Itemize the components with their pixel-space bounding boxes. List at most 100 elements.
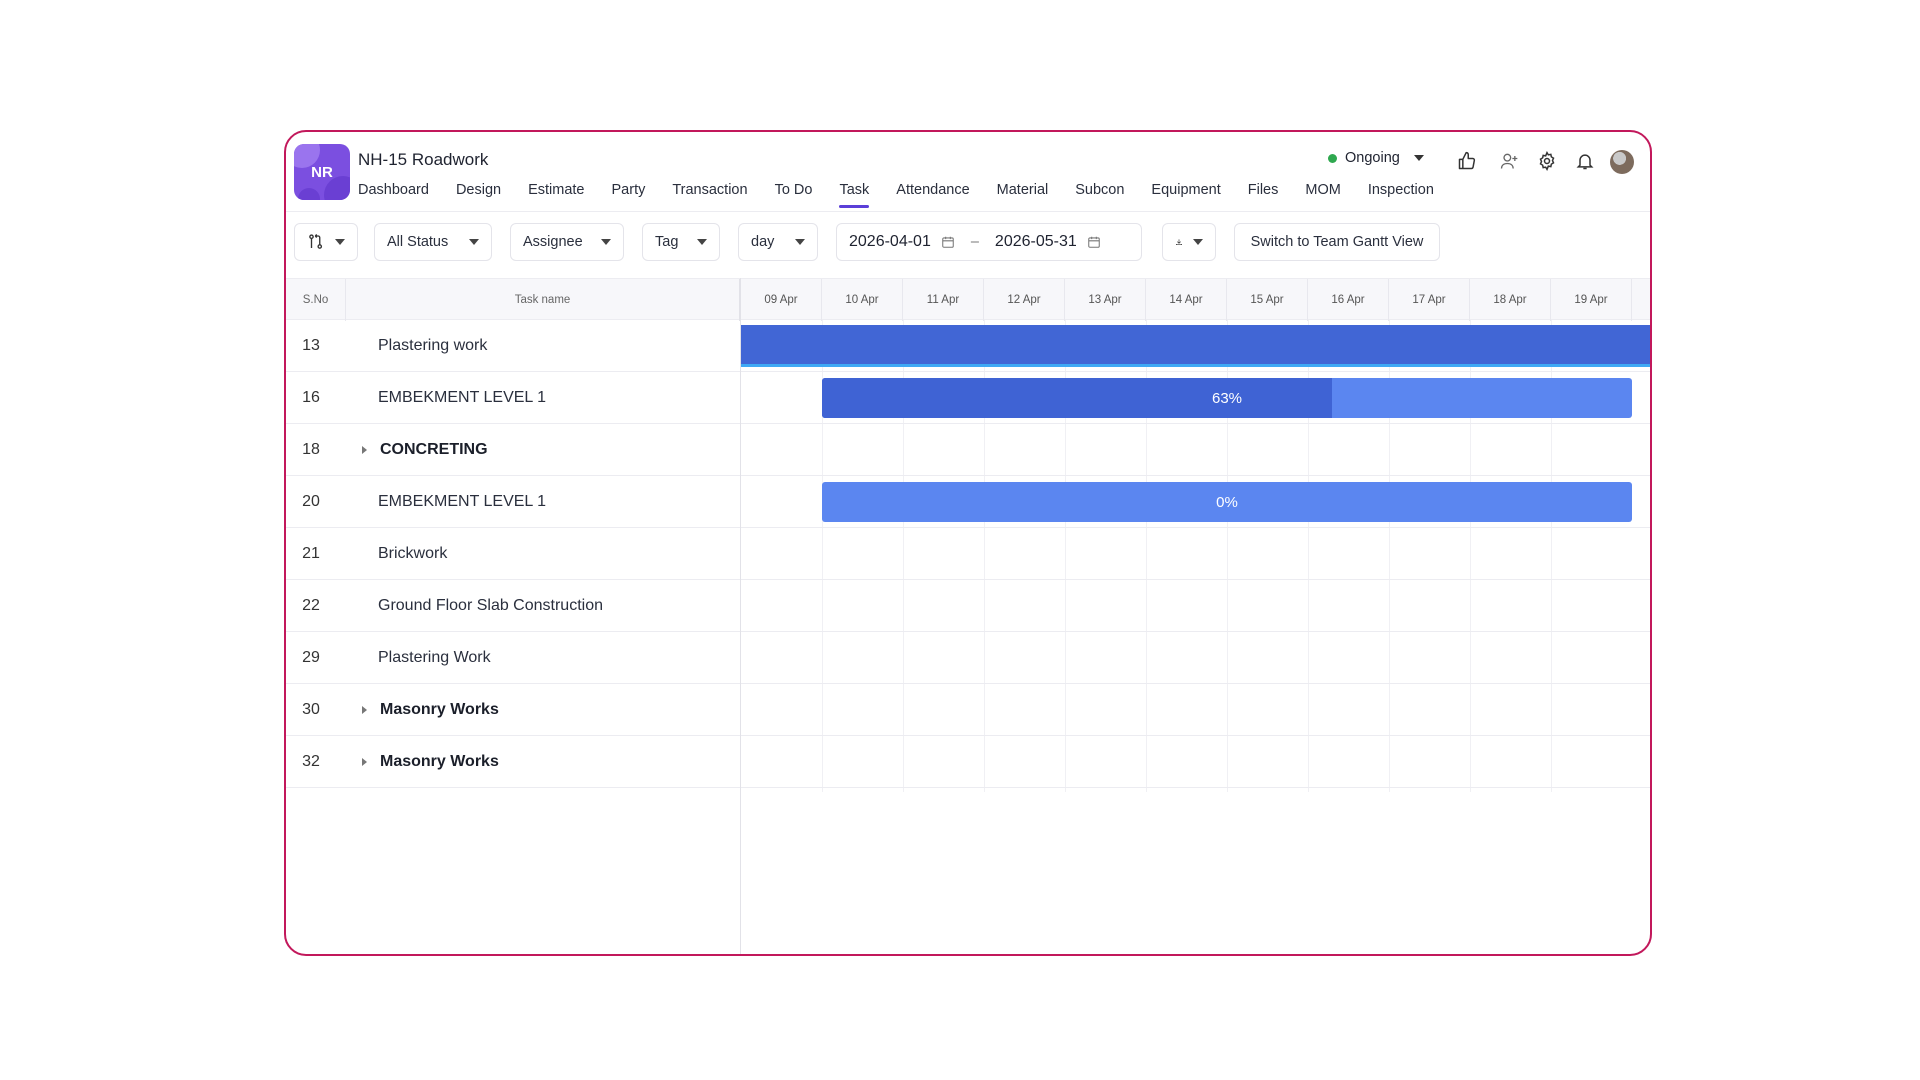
nav-todo[interactable]: To Do <box>775 182 813 208</box>
task-row[interactable]: 30 Masonry Works <box>286 684 1650 736</box>
project-logo[interactable]: NR <box>294 144 350 200</box>
header: NR NH-15 Roadwork Dashboard Design Estim… <box>286 132 1650 212</box>
chevron-down-icon <box>795 239 805 245</box>
status-dropdown[interactable]: Ongoing <box>1328 150 1424 166</box>
nav-party[interactable]: Party <box>612 182 646 208</box>
task-sno: 20 <box>302 493 320 510</box>
task-sno: 30 <box>302 701 320 718</box>
toolbar: All Status Assignee Tag day 2026-04-01 –… <box>286 212 1650 274</box>
chevron-down-icon <box>601 239 611 245</box>
day-header: 18 Apr <box>1470 279 1551 321</box>
download-icon <box>1176 239 1182 245</box>
tag-filter[interactable]: Tag <box>642 223 720 261</box>
nav-estimate[interactable]: Estimate <box>528 182 584 208</box>
task-name[interactable]: EMBEKMENT LEVEL 1 <box>378 372 546 424</box>
task-name[interactable]: Plastering work <box>378 320 487 372</box>
task-sno: 32 <box>302 753 320 770</box>
chevron-down-icon <box>1193 239 1203 245</box>
day-header: 16 Apr <box>1308 279 1389 321</box>
scale-dropdown[interactable]: day <box>738 223 818 261</box>
nav-files[interactable]: Files <box>1248 182 1279 208</box>
gear-icon[interactable] <box>1534 148 1560 174</box>
task-name[interactable]: Brickwork <box>378 528 447 580</box>
nav-equipment[interactable]: Equipment <box>1151 182 1220 208</box>
gantt-bar-label: 63% <box>1211 389 1243 407</box>
day-header: 10 Apr <box>822 279 903 321</box>
end-date[interactable]: 2026-05-31 <box>995 233 1077 251</box>
day-header: 13 Apr <box>1065 279 1146 321</box>
expand-arrow-icon[interactable] <box>362 758 367 766</box>
add-user-icon[interactable] <box>1496 148 1522 174</box>
nav-inspection[interactable]: Inspection <box>1368 182 1434 208</box>
nav-subcon[interactable]: Subcon <box>1075 182 1124 208</box>
nav-task[interactable]: Task <box>839 182 869 208</box>
sort-icon <box>309 234 323 249</box>
calendar-icon <box>942 236 954 248</box>
nav-attendance[interactable]: Attendance <box>896 182 969 208</box>
nav-dashboard[interactable]: Dashboard <box>358 182 429 208</box>
app-window: NR NH-15 Roadwork Dashboard Design Estim… <box>284 130 1652 956</box>
task-column-divider <box>740 278 741 954</box>
assignee-filter[interactable]: Assignee <box>510 223 624 261</box>
task-row[interactable]: 29 Plastering Work <box>286 632 1650 684</box>
download-dropdown[interactable] <box>1162 223 1216 261</box>
gantt-bar-progress <box>822 378 1333 418</box>
grid-header: S.No Task name 09 Apr 10 Apr 11 Apr 12 A… <box>286 278 1650 321</box>
assignee-filter-label: Assignee <box>523 234 583 250</box>
gantt-bar[interactable]: 63% <box>822 378 1632 418</box>
task-row[interactable]: 22 Ground Floor Slab Construction <box>286 580 1650 632</box>
gantt-bar[interactable] <box>741 325 1650 367</box>
task-name[interactable]: Ground Floor Slab Construction <box>378 580 603 632</box>
status-filter-label: All Status <box>387 234 449 250</box>
gantt-bar-label: 0% <box>1216 493 1238 511</box>
bell-icon[interactable] <box>1572 148 1598 174</box>
calendar-icon <box>1087 236 1100 248</box>
expand-arrow-icon[interactable] <box>362 446 367 454</box>
gantt-grid: S.No Task name 09 Apr 10 Apr 11 Apr 12 A… <box>286 278 1650 954</box>
expand-arrow-icon[interactable] <box>362 706 367 714</box>
project-initials: NR <box>311 163 333 181</box>
nav-design[interactable]: Design <box>456 182 501 208</box>
task-sno: 29 <box>302 649 320 666</box>
task-name-header: Task name <box>346 279 740 321</box>
day-header: 19 Apr <box>1551 279 1632 321</box>
thumbs-up-icon[interactable] <box>1454 148 1480 174</box>
sno-header: S.No <box>286 279 346 321</box>
scale-label: day <box>751 234 775 250</box>
task-group-name[interactable]: CONCRETING <box>380 424 488 476</box>
task-sno: 21 <box>302 545 320 562</box>
team-gantt-button[interactable]: Switch to Team Gantt View <box>1234 223 1440 261</box>
task-sno: 13 <box>302 337 320 354</box>
status-filter[interactable]: All Status <box>374 223 492 261</box>
task-row[interactable]: 32 Masonry Works <box>286 736 1650 788</box>
range-separator: – <box>970 234 979 250</box>
sort-dropdown[interactable] <box>294 223 358 261</box>
chevron-down-icon <box>697 239 707 245</box>
chevron-down-icon <box>1413 155 1424 161</box>
user-avatar[interactable] <box>1610 150 1634 174</box>
nav-mom[interactable]: MOM <box>1305 182 1340 208</box>
task-name[interactable]: Plastering Work <box>378 632 491 684</box>
team-gantt-label: Switch to Team Gantt View <box>1250 234 1424 250</box>
gantt-bar-progress <box>741 325 1650 364</box>
chevron-down-icon <box>469 239 479 245</box>
day-header: 12 Apr <box>984 279 1065 321</box>
day-header: 14 Apr <box>1146 279 1227 321</box>
task-name[interactable]: EMBEKMENT LEVEL 1 <box>378 476 546 528</box>
nav-material[interactable]: Material <box>997 182 1049 208</box>
task-row[interactable]: 21 Brickwork <box>286 528 1650 580</box>
nav-transaction[interactable]: Transaction <box>672 182 747 208</box>
task-row[interactable]: 18 CONCRETING <box>286 424 1650 476</box>
start-date[interactable]: 2026-04-01 <box>849 233 931 251</box>
task-sno: 18 <box>302 441 320 458</box>
task-sno: 22 <box>302 597 320 614</box>
day-header: 15 Apr <box>1227 279 1308 321</box>
day-header: 17 Apr <box>1389 279 1470 321</box>
main-nav: Dashboard Design Estimate Party Transact… <box>358 182 1461 208</box>
gantt-bar[interactable]: 0% <box>822 482 1632 522</box>
status-dot <box>1328 153 1337 163</box>
task-group-name[interactable]: Masonry Works <box>380 736 499 788</box>
task-group-name[interactable]: Masonry Works <box>380 684 499 736</box>
project-title: NH-15 Roadwork <box>358 150 489 169</box>
date-range-picker[interactable]: 2026-04-01 – 2026-05-31 <box>836 223 1142 261</box>
